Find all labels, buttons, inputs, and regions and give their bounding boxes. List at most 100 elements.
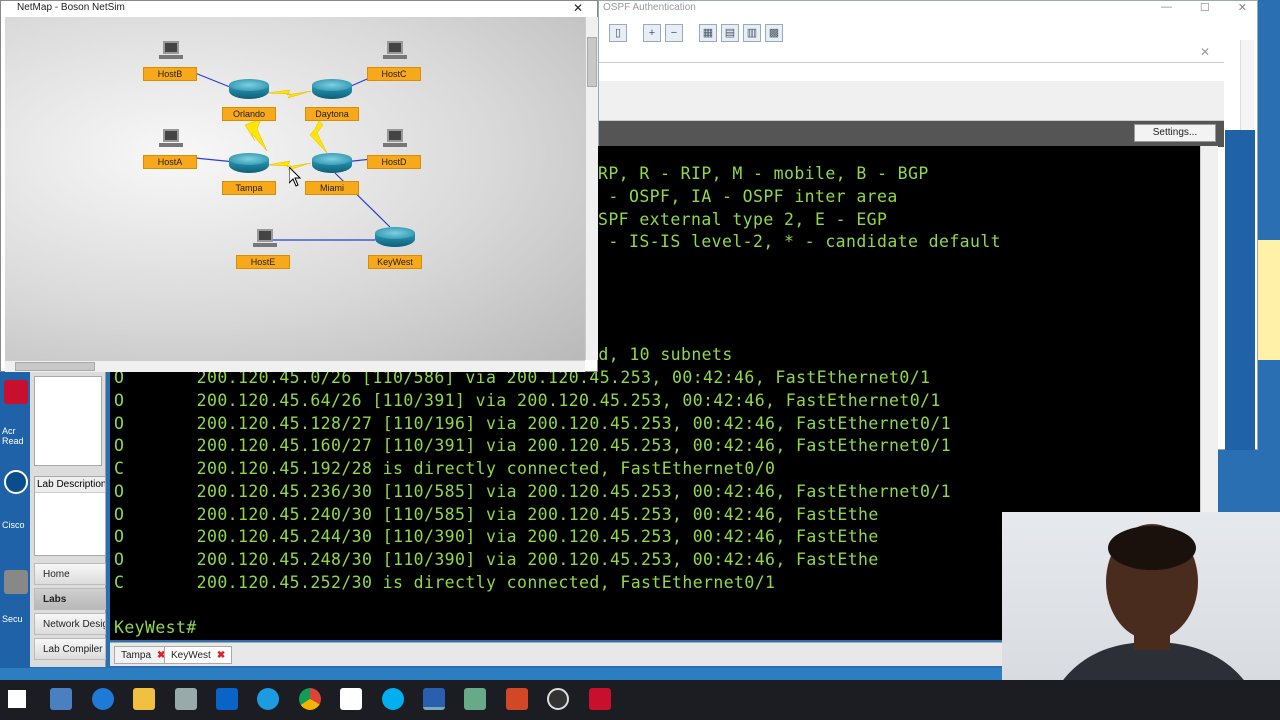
router-icon[interactable]	[375, 227, 415, 249]
maximize-icon[interactable]: ☐	[1200, 1, 1210, 17]
serial-link	[309, 120, 328, 154]
desktop-label: Secu	[2, 614, 23, 624]
terminal-line: O 200.120.45.128/27 [110/196] via 200.12…	[114, 414, 952, 433]
network-map-canvas[interactable]: HostB HostC HostA HostD HostE Orlando Da…	[5, 17, 585, 360]
cisco-icon[interactable]	[4, 470, 28, 494]
layout-icon[interactable]: ▥	[743, 24, 761, 42]
vertical-scrollbar[interactable]	[585, 17, 598, 360]
device-label-hostc[interactable]: HostC	[367, 67, 421, 81]
tab-label: KeyWest	[171, 650, 211, 661]
inner-panel-header: ✕	[599, 43, 1224, 63]
pc-icon[interactable]	[253, 229, 277, 247]
terminal-line: O 200.120.45.160/27 [110/391] via 200.12…	[114, 436, 952, 455]
pc-icon[interactable]	[383, 129, 407, 147]
desktop-label: Cisco	[2, 520, 25, 530]
device-label-hoste[interactable]: HostE	[236, 255, 290, 269]
serial-link	[244, 118, 268, 152]
desktop-area: Acr Read Cisco Secu	[0, 370, 30, 670]
window-title: NetMap - Boson NetSim	[1, 1, 597, 16]
terminal-line: ed, 10 subnets	[588, 345, 733, 364]
powerpoint-icon[interactable]	[506, 688, 528, 710]
nav-labs[interactable]: Labs	[34, 588, 106, 610]
device-label-tampa[interactable]: Tampa	[222, 181, 276, 195]
security-icon[interactable]	[4, 570, 28, 594]
close-icon[interactable]: ✖	[217, 650, 225, 661]
close-icon[interactable]: ✕	[1200, 45, 1210, 59]
terminal-line: RP, R - RIP, M - mobile, B - BGP	[598, 164, 929, 183]
skype-business-icon[interactable]	[257, 688, 279, 710]
device-label-miami[interactable]: Miami	[305, 181, 359, 195]
terminal-line: C 200.120.45.252/30 is directly connecte…	[114, 573, 776, 592]
router-icon[interactable]	[229, 153, 269, 175]
nav-home[interactable]: Home	[34, 563, 106, 585]
pc-icon[interactable]	[383, 41, 407, 59]
window-controls: — ☐ ✕	[1161, 1, 1247, 17]
inner-panel	[599, 81, 1224, 121]
page-icon[interactable]: ▯	[609, 24, 627, 42]
layout-icon[interactable]: ▦	[699, 24, 717, 42]
serial-link	[266, 89, 312, 99]
terminal-prompt[interactable]: KeyWest#	[114, 618, 197, 637]
clock-app-icon[interactable]	[547, 688, 569, 710]
device-label-hostd[interactable]: HostD	[367, 155, 421, 169]
chrome-icon[interactable]	[299, 688, 321, 710]
nav-network-design[interactable]: Network Design	[34, 613, 106, 635]
pc-icon[interactable]	[159, 129, 183, 147]
terminal-line: O 200.120.45.236/30 [110/585] via 200.12…	[114, 482, 952, 501]
app-icon[interactable]	[340, 688, 362, 710]
network-icon[interactable]	[175, 688, 197, 710]
toolbar: ▯ + − ▦ ▤ ▥ ▩	[599, 21, 1257, 45]
desktop-area	[1225, 130, 1255, 450]
zoom-in-icon[interactable]: +	[643, 24, 661, 42]
session-tabs: Tampa ✖ KeyWest ✖	[110, 642, 1002, 666]
terminal-line: SPF external type 2, E - EGP	[598, 210, 888, 229]
horizontal-scrollbar[interactable]	[5, 360, 585, 372]
device-label-hosta[interactable]: HostA	[143, 155, 197, 169]
tab-label: Tampa	[121, 650, 152, 661]
boson-netsim-icon[interactable]	[423, 688, 445, 710]
close-icon[interactable]: ✕	[573, 1, 583, 15]
netmap-window: NetMap - Boson NetSim ✕ HostB HostC Host…	[0, 0, 598, 372]
nav-lab-compiler[interactable]: Lab Compiler	[34, 638, 106, 660]
acrobat-icon[interactable]	[4, 380, 28, 404]
network-links	[184, 68, 391, 241]
windows-start-icon[interactable]	[8, 690, 26, 708]
scroll-thumb[interactable]	[15, 362, 95, 371]
device-label-daytona[interactable]: Daytona	[305, 107, 359, 121]
app-icon[interactable]	[464, 688, 486, 710]
layout-icon[interactable]: ▩	[765, 24, 783, 42]
skype-icon[interactable]	[382, 688, 404, 710]
device-label-keywest[interactable]: KeyWest	[368, 255, 422, 269]
device-label-orlando[interactable]: Orlando	[222, 107, 276, 121]
terminal-line: O 200.120.45.244/30 [110/390] via 200.12…	[114, 527, 879, 546]
lab-description: Lab Description	[34, 476, 106, 556]
task-view-icon[interactable]	[50, 688, 72, 710]
mouse-cursor-icon	[289, 167, 302, 187]
terminal-line: C 200.120.45.192/28 is directly connecte…	[114, 459, 776, 478]
outlook-icon[interactable]	[216, 688, 238, 710]
layout-icon[interactable]: ▤	[721, 24, 739, 42]
pc-icon[interactable]	[159, 41, 183, 59]
device-label-hostb[interactable]: HostB	[143, 67, 197, 81]
lab-description-title: Lab Description	[35, 477, 105, 493]
minimize-icon[interactable]: —	[1161, 1, 1172, 17]
settings-bar: Settings...	[599, 121, 1224, 147]
close-icon[interactable]: ✕	[1238, 1, 1247, 17]
router-icon[interactable]	[229, 79, 269, 101]
lab-list[interactable]	[34, 376, 102, 466]
settings-button[interactable]: Settings...	[1134, 124, 1216, 142]
scroll-thumb[interactable]	[587, 37, 597, 87]
terminal-line: - OSPF, IA - OSPF inter area	[598, 187, 898, 206]
tab-keywest[interactable]: KeyWest ✖	[164, 646, 233, 664]
edge-icon[interactable]	[92, 688, 114, 710]
desktop-note	[1258, 240, 1280, 360]
terminal-line: - IS-IS level-2, * - candidate default	[598, 232, 1002, 251]
router-icon[interactable]	[312, 79, 352, 101]
acrobat-icon[interactable]	[589, 688, 611, 710]
router-icon[interactable]	[312, 153, 352, 175]
terminal-line: O 200.120.45.240/30 [110/585] via 200.12…	[114, 505, 879, 524]
terminal-line: O 200.120.45.64/26 [110/391] via 200.120…	[114, 391, 941, 410]
file-explorer-icon[interactable]	[133, 688, 155, 710]
desktop-label: Acr Read	[2, 426, 24, 446]
zoom-out-icon[interactable]: −	[665, 24, 683, 42]
